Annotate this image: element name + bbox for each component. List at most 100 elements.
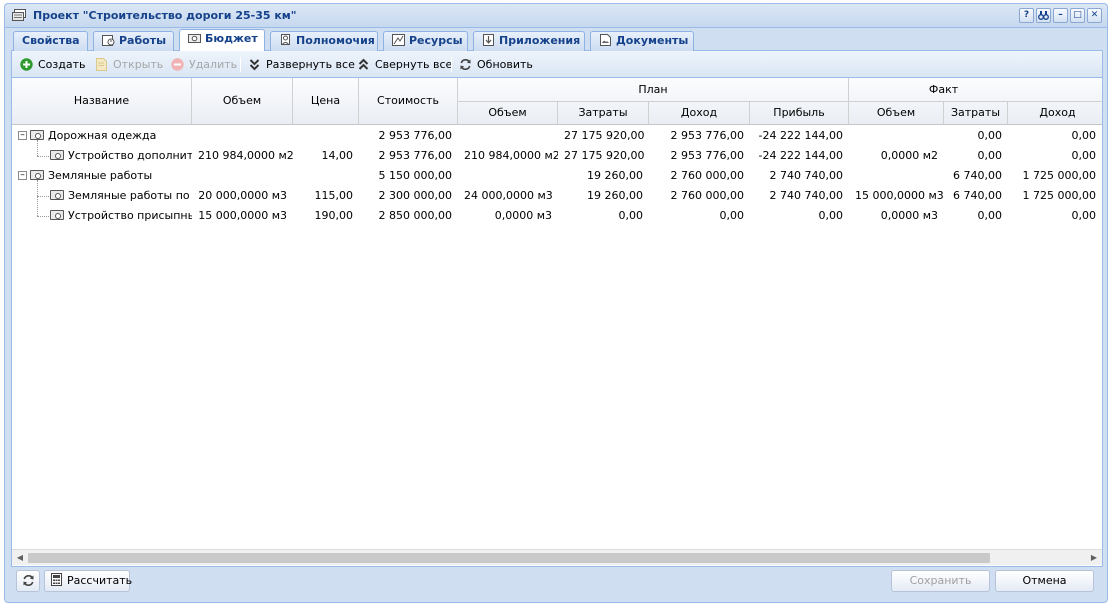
budget-toolbar: Создать Открыть Удалить Развернуть все С… (12, 51, 1102, 78)
tab-label: Свойства (22, 34, 80, 47)
cell-plan-income: 0,00 (719, 209, 745, 222)
refresh-icon (460, 59, 471, 70)
budget-tree-grid: – Дорожная одежда 2 953 776,00 27 175 92… (12, 126, 1102, 546)
tab-authorities[interactable]: Полномочия (270, 31, 378, 51)
rights-icon (281, 34, 290, 46)
header-fact-volume[interactable]: Объем (849, 101, 944, 124)
tab-budget[interactable]: Бюджет (179, 29, 265, 52)
table-row[interactable]: Устройство присыпны 15 000,0000 м3 190,0… (12, 206, 1102, 226)
help-button[interactable]: ? (1019, 8, 1034, 23)
project-window: Проект "Строительство дороги 25-35 км" ?… (4, 3, 1108, 603)
cell-fact-costs: 0,00 (977, 129, 1003, 142)
cell-plan-profit: 2 740 740,00 (769, 169, 843, 182)
double-chevron-down-icon (249, 59, 260, 71)
table-row[interactable]: – Земляные работы 5 150 000,00 19 260,00… (12, 166, 1102, 186)
tab-label: Приложения (499, 34, 581, 47)
header-plan-profit[interactable]: Прибыль (750, 101, 849, 124)
header-plan-volume[interactable]: Объем (458, 101, 558, 124)
tab-label: Полномочия (296, 34, 375, 47)
documents-icon (600, 34, 611, 46)
expand-all-button[interactable]: Развернуть все (248, 56, 355, 73)
cell-fact-income: 1 725 000,00 (1022, 169, 1096, 182)
tab-works[interactable]: Работы (93, 31, 174, 51)
cell-fact-volume: 0,0000 м3 (880, 209, 938, 222)
header-volume[interactable]: Объем (192, 78, 293, 124)
open-button[interactable]: Открыть (95, 56, 163, 73)
window-title: Проект "Строительство дороги 25-35 км" (33, 9, 297, 22)
table-row[interactable]: Земляные работы по о 20 000,0000 м3 115,… (12, 186, 1102, 206)
cell-plan-income: 2 953 776,00 (670, 129, 744, 142)
cell-price (293, 166, 359, 186)
create-button[interactable]: Создать (20, 56, 86, 73)
cell-price: 190,00 (314, 209, 354, 222)
maximize-button[interactable]: □ (1070, 8, 1085, 23)
find-button[interactable] (1036, 8, 1051, 23)
collapse-toggle[interactable]: – (18, 131, 27, 140)
project-icon (12, 9, 26, 21)
delete-button[interactable]: Удалить (171, 56, 237, 73)
tab-label: Ресурсы (409, 34, 463, 47)
calculate-button[interactable]: Рассчитать (44, 570, 133, 592)
cell-plan-volume (458, 166, 558, 186)
cell-plan-costs: 27 175 920,00 (564, 129, 645, 142)
cell-fact-volume: 0,0000 м2 (880, 149, 938, 162)
header-plan-income[interactable]: Доход (649, 101, 750, 124)
refresh-button[interactable]: Обновить (459, 56, 533, 73)
scroll-right-icon[interactable]: ▶ (1089, 552, 1099, 564)
header-price[interactable]: Цена (293, 78, 359, 124)
cell-fact-income: 1 725 000,00 (1022, 189, 1096, 202)
cell-volume (192, 166, 293, 186)
scrollbar-thumb[interactable] (28, 553, 990, 563)
window-tools: ? – □ ✕ (1019, 8, 1102, 23)
collapse-all-button[interactable]: Свернуть все (357, 56, 452, 73)
header-plan-costs[interactable]: Затраты (558, 101, 649, 124)
cell-cost: 2 953 776,00 (378, 149, 452, 162)
budget-panel: Создать Открыть Удалить Развернуть все С… (11, 51, 1103, 567)
close-button[interactable]: ✕ (1087, 8, 1102, 23)
header-cost[interactable]: Стоимость (359, 78, 458, 124)
cell-plan-profit: 2 740 740,00 (769, 189, 843, 202)
tab-properties[interactable]: Свойства (13, 31, 88, 51)
tab-resources[interactable]: Ресурсы (383, 31, 468, 51)
header-name[interactable]: Название (12, 78, 192, 124)
cell-price: 115,00 (314, 189, 354, 202)
grid-header: Название Объем Цена Стоимость План Объем… (12, 78, 1102, 125)
collapse-toggle[interactable]: – (18, 171, 27, 180)
calculate-label: Рассчитать (67, 574, 133, 587)
minimize-button[interactable]: – (1053, 8, 1068, 23)
refresh-icon (23, 575, 33, 586)
cell-fact-costs: 6 740,00 (953, 189, 1002, 202)
cell-name: Устройство дополните (68, 149, 192, 162)
cell-cost: 2 850 000,00 (378, 209, 452, 222)
window-titlebar[interactable]: Проект "Строительство дороги 25-35 км" ?… (5, 4, 1107, 28)
scroll-left-icon[interactable]: ◀ (15, 552, 25, 564)
tab-documents[interactable]: Документы (590, 31, 694, 51)
save-button[interactable]: Сохранить (891, 570, 990, 592)
cell-price (293, 126, 359, 146)
cell-plan-income: 2 953 776,00 (670, 149, 744, 162)
table-row[interactable]: Устройство дополните 210 984,0000 м2 14,… (12, 146, 1102, 166)
cancel-button[interactable]: Отмена (995, 570, 1094, 592)
tab-attachments[interactable]: Приложения (473, 31, 585, 51)
resources-icon (392, 34, 405, 46)
header-fact-costs[interactable]: Затраты (944, 101, 1008, 124)
cell-plan-costs: 19 260,00 (587, 189, 643, 202)
tab-strip: Свойства Работы Бюджет Полномочия Ресурс… (11, 29, 1103, 52)
cell-plan-volume: 0,0000 м3 (494, 209, 552, 222)
cell-fact-volume (849, 166, 944, 186)
header-fact-income[interactable]: Доход (1008, 101, 1102, 124)
horizontal-scrollbar[interactable]: ◀ ▶ (12, 549, 1102, 565)
refresh-footer-button[interactable] (16, 570, 40, 592)
cell-plan-profit: -24 222 144,00 (758, 149, 843, 162)
cell-plan-costs: 19 260,00 (587, 169, 643, 182)
toolbar-separator (451, 57, 452, 72)
cell-fact-income: 0,00 (1071, 209, 1097, 222)
cell-fact-costs: 0,00 (977, 149, 1003, 162)
table-row[interactable]: – Дорожная одежда 2 953 776,00 27 175 92… (12, 126, 1102, 146)
cell-fact-volume: 15 000,0000 м3 (855, 189, 944, 202)
collapse-all-label: Свернуть все (375, 58, 453, 71)
cell-plan-costs: 0,00 (618, 209, 644, 222)
header-plan-group: План (458, 78, 849, 101)
expand-all-label: Развернуть все (266, 58, 355, 71)
cell-volume (192, 126, 293, 146)
